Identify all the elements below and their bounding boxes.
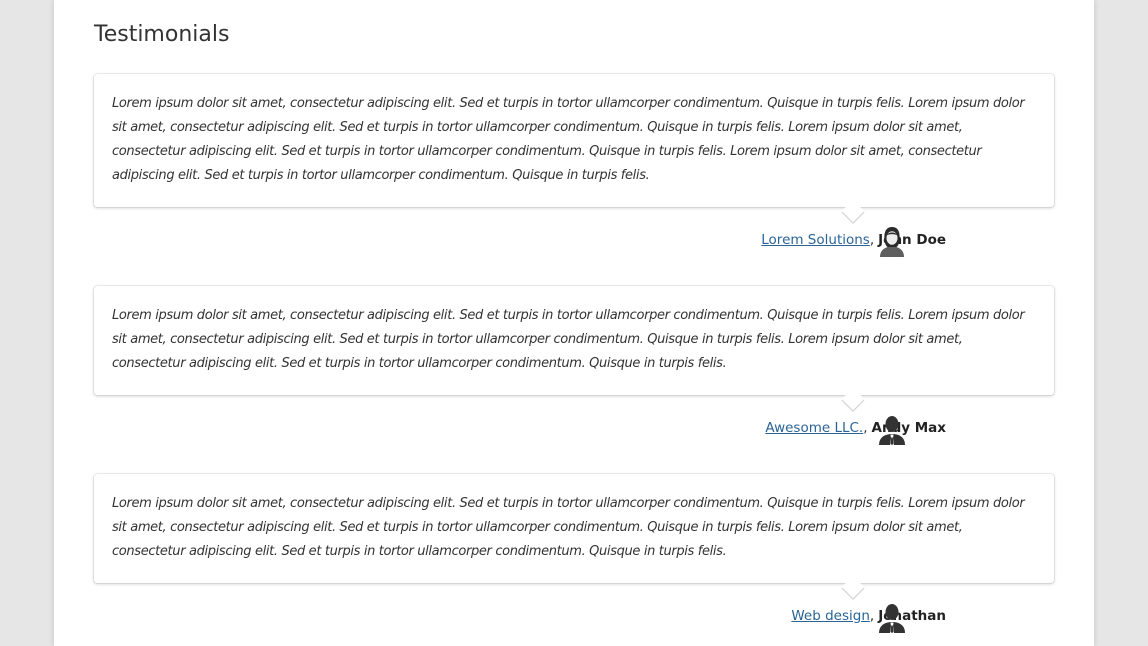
author-separator: , bbox=[863, 420, 868, 436]
testimonial-quote-text: Lorem ipsum dolor sit amet, consectetur … bbox=[112, 496, 1025, 559]
testimonial-quote-box: Lorem ipsum dolor sit amet, consectetur … bbox=[94, 474, 1054, 599]
quote-pointer bbox=[841, 575, 865, 599]
author-separator: , bbox=[869, 608, 875, 624]
male-user-icon bbox=[879, 604, 905, 633]
company-link[interactable]: Awesome LLC. bbox=[765, 420, 863, 436]
company-link[interactable]: Lorem Solutions bbox=[761, 232, 870, 248]
testimonial-item: Lorem ipsum dolor sit amet, consectetur … bbox=[94, 286, 1054, 411]
male-user-icon bbox=[879, 416, 905, 445]
testimonial-quote-text: Lorem ipsum dolor sit amet, consectetur … bbox=[112, 96, 1025, 183]
section-title: Testimonials bbox=[94, 22, 230, 47]
testimonial-quote-box: Lorem ipsum dolor sit amet, consectetur … bbox=[94, 74, 1054, 223]
testimonial-item: Lorem ipsum dolor sit amet, consectetur … bbox=[94, 474, 1054, 599]
testimonial-quote-text: Lorem ipsum dolor sit amet, consectetur … bbox=[112, 308, 1025, 371]
testimonial-author-row: Lorem Solutions, John Doe bbox=[761, 224, 946, 256]
testimonial-quote-box: Lorem ipsum dolor sit amet, consectetur … bbox=[94, 286, 1054, 411]
quote-pointer bbox=[841, 387, 865, 411]
author-separator: , bbox=[869, 232, 875, 248]
company-link[interactable]: Web design bbox=[791, 608, 870, 624]
quote-pointer bbox=[841, 199, 865, 223]
testimonial-author-row: Awesome LLC., Andy Max bbox=[765, 412, 946, 444]
testimonial-item: Lorem ipsum dolor sit amet, consectetur … bbox=[94, 74, 1054, 223]
testimonial-author-row: Web design, Jonathan bbox=[791, 600, 946, 632]
page-container: Testimonials Lorem ipsum dolor sit amet,… bbox=[54, 0, 1094, 646]
female-user-icon bbox=[880, 227, 904, 257]
